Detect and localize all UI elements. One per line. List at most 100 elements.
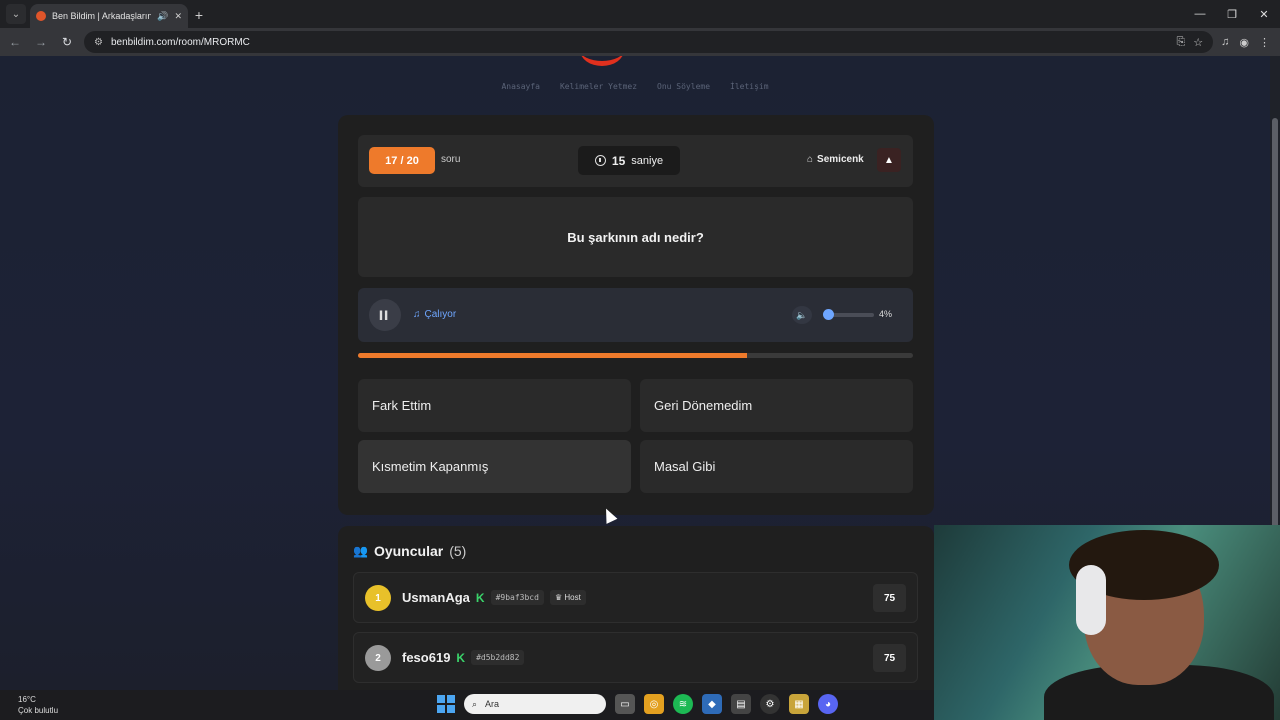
player-score: 75	[873, 584, 906, 612]
song-progress-bar	[358, 353, 913, 358]
question-counter-label: soru	[441, 154, 461, 165]
answer-grid: Fark Ettim Geri Dönemedim Kısmetim Kapan…	[358, 379, 913, 493]
back-icon[interactable]: ←	[6, 33, 24, 51]
bookmark-star-icon[interactable]: ☆	[1193, 36, 1203, 49]
speaker-icon[interactable]: 🔊	[157, 11, 168, 22]
weather-widget[interactable]: 16°C Çok bulutlu	[18, 694, 58, 716]
menu-icon[interactable]: ⋮	[1259, 36, 1270, 49]
nav-item-onu-soyleme[interactable]: Onu Söyleme	[657, 82, 710, 91]
url-text: benbildim.com/room/MRORMC	[110, 36, 250, 48]
media-controls-icon[interactable]: ♫	[1221, 36, 1229, 49]
room-owner-name: Semicenk	[817, 154, 864, 165]
terminal-icon[interactable]: ▤	[731, 694, 751, 714]
music-note-icon: ♫	[413, 309, 421, 320]
players-header: 👥 Oyuncular (5)	[353, 543, 466, 559]
scrollbar-thumb[interactable]	[1272, 118, 1278, 578]
address-bar-row: ← → ↻ ⚙ benbildim.com/room/MRORMC ⎘ ☆ ♫ …	[0, 28, 1280, 56]
taskbar-search[interactable]: ⌕ Ara	[464, 694, 606, 714]
files-icon[interactable]: ▦	[789, 694, 809, 714]
clock-icon	[594, 155, 606, 166]
discord-icon[interactable]: ◕	[818, 694, 838, 714]
browser-tabbar: ⌄ Ben Bildim | Arkadaşlarınla 🔊 ✕ + — ❐ …	[0, 0, 1280, 28]
webcam-overlay	[934, 525, 1280, 720]
report-button[interactable]: ▲	[877, 148, 901, 172]
search-icon: ⌕	[472, 698, 478, 709]
volume-icon: 🔈	[796, 309, 808, 320]
play-status: ♫ Çalıyor	[413, 309, 456, 320]
player-name: feso619	[402, 650, 451, 665]
audio-player: ▍▍ ♫ Çalıyor 🔈 4%	[358, 288, 913, 342]
timer: 15 saniye	[578, 146, 680, 175]
volume-percent: 4%	[879, 309, 893, 319]
players-title: Oyuncular	[373, 543, 444, 559]
tag-icon: ⌂	[807, 154, 814, 165]
restore-icon[interactable]: ❐	[1216, 0, 1248, 28]
users-icon: 👥	[353, 544, 368, 558]
player-rank: 1	[365, 585, 391, 611]
chrome-icon[interactable]: ◎	[644, 694, 664, 714]
player-name-group: feso619 K #d5b2dd82	[402, 650, 525, 665]
room-owner: ⌂ Semicenk	[807, 154, 864, 165]
players-count: (5)	[449, 543, 467, 559]
tab-title: Ben Bildim | Arkadaşlarınla	[52, 11, 152, 21]
player-hash: #d5b2dd82	[471, 650, 525, 665]
answer-option-4[interactable]: Masal Gibi	[640, 440, 913, 493]
spotify-icon[interactable]: ≋	[673, 694, 693, 714]
new-tab-button[interactable]: +	[188, 4, 210, 26]
profile-icon[interactable]: ◉	[1239, 36, 1249, 49]
player-row: 1 UsmanAga K #9baf3bcd ♛ Host 75	[353, 572, 918, 623]
player-row: 2 feso619 K #d5b2dd82 75	[353, 632, 918, 683]
pause-icon: ▍▍	[379, 310, 391, 320]
reload-icon[interactable]: ↻	[58, 33, 76, 51]
players-panel: 👥 Oyuncular (5) 1 UsmanAga K #9baf3bcd ♛…	[338, 526, 934, 690]
app-icon[interactable]: ◆	[702, 694, 722, 714]
task-view-icon[interactable]: ▭	[615, 694, 635, 714]
site-logo[interactable]	[580, 56, 624, 66]
windows-start-icon[interactable]	[437, 695, 455, 713]
taskbar-search-placeholder: Ara	[485, 699, 500, 709]
close-tab-icon[interactable]: ✕	[174, 11, 182, 22]
question-text: Bu şarkının adı nedir?	[358, 197, 913, 277]
game-topbar: 17 / 20 soru 15 saniye ⌂ Semicenk ▲	[358, 135, 913, 187]
play-status-text: Çalıyor	[424, 309, 457, 320]
favicon-icon	[36, 11, 46, 21]
game-panel: 17 / 20 soru 15 saniye ⌂ Semicenk ▲ Bu ş…	[338, 115, 934, 515]
answer-option-1[interactable]: Fark Ettim	[358, 379, 631, 432]
site-info-icon[interactable]: ⚙	[94, 37, 103, 48]
volume-button[interactable]: 🔈	[792, 306, 812, 324]
player-name: UsmanAga	[402, 590, 470, 605]
window-controls: — ❐ ✕	[1184, 0, 1280, 28]
weather-desc: Çok bulutlu	[18, 706, 59, 715]
tab-search-icon[interactable]: ⌄	[6, 4, 26, 24]
timer-value: 15	[611, 153, 626, 168]
install-app-icon[interactable]: ⎘	[1176, 36, 1185, 49]
answer-option-3[interactable]: Kısmetim Kapanmış	[358, 440, 631, 493]
player-name-group: UsmanAga K #9baf3bcd ♛ Host	[402, 590, 586, 605]
nav-item-kelimeler-yetmez[interactable]: Kelimeler Yetmez	[560, 82, 637, 91]
warning-icon: ▲	[884, 154, 894, 166]
song-progress-fill	[358, 353, 747, 358]
volume-slider-handle[interactable]	[823, 309, 834, 320]
host-badge: ♛ Host	[549, 590, 586, 605]
player-hash: #9baf3bcd	[490, 590, 544, 605]
nav-item-iletisim[interactable]: İletişim	[730, 82, 769, 91]
browser-tab[interactable]: Ben Bildim | Arkadaşlarınla 🔊 ✕	[30, 4, 188, 28]
kick-logo-icon: K	[456, 650, 466, 665]
timer-unit: saniye	[631, 154, 664, 167]
player-score: 75	[873, 644, 906, 672]
player-rank: 2	[365, 645, 391, 671]
nav-item-home[interactable]: Anasayfa	[501, 82, 540, 91]
main-nav: Anasayfa Kelimeler Yetmez Onu Söyleme İl…	[0, 82, 1270, 91]
close-window-icon[interactable]: ✕	[1248, 0, 1280, 28]
pause-button[interactable]: ▍▍	[369, 299, 401, 331]
minimize-icon[interactable]: —	[1184, 0, 1216, 28]
weather-temp: 16°C	[18, 695, 36, 704]
webcam-headset	[1076, 565, 1106, 635]
os-taskbar: 16°C Çok bulutlu ⌕ Ara ▭ ◎ ≋ ◆ ▤ ⚙ ▦ ◕	[0, 690, 934, 720]
kick-logo-icon: K	[475, 590, 485, 605]
forward-icon[interactable]: →	[32, 33, 50, 51]
url-field[interactable]: ⚙ benbildim.com/room/MRORMC ⎘ ☆	[84, 31, 1214, 53]
settings-icon[interactable]: ⚙	[760, 694, 780, 714]
answer-option-2[interactable]: Geri Dönemedim	[640, 379, 913, 432]
question-counter: 17 / 20	[369, 147, 435, 174]
